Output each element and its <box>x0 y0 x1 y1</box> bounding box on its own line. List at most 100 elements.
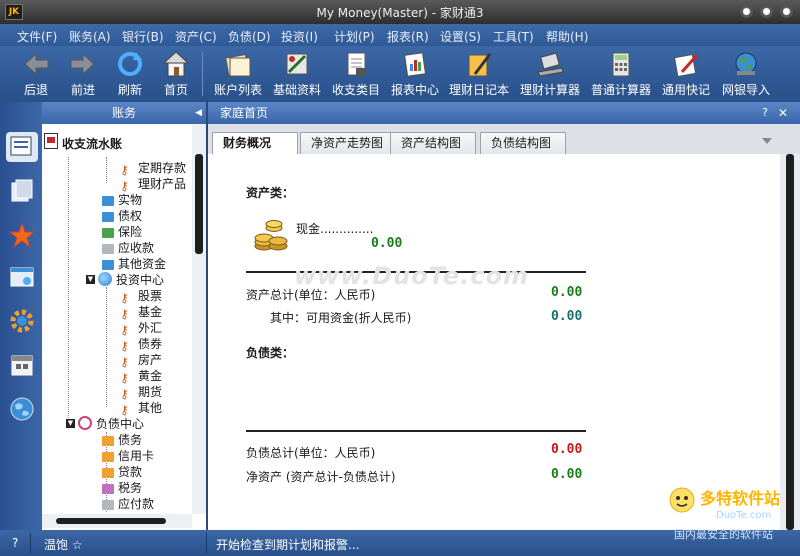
collapse-toggle[interactable]: ▼ <box>66 419 75 428</box>
tree-item-futures[interactable]: ⚷ 期货 <box>120 383 162 401</box>
tree-vertical-scrollbar[interactable] <box>192 124 206 514</box>
scroll-thumb[interactable] <box>786 154 794 530</box>
tree-item-funds[interactable]: ⚷ 基金 <box>120 303 162 321</box>
minimize-button[interactable] <box>740 5 753 18</box>
menu-liabilities[interactable]: 负债(D) <box>228 28 271 45</box>
tree-horizontal-scrollbar[interactable] <box>42 514 192 528</box>
tree-item-other[interactable]: ⚷ 其他 <box>120 399 162 417</box>
folder-icon <box>102 212 114 222</box>
help-icon[interactable]: ? <box>12 536 18 550</box>
status-message: 开始检查到期计划和报警... <box>216 538 360 552</box>
tree-root[interactable]: 收支流水账 <box>44 133 122 152</box>
tree-item-stocks[interactable]: ⚷ 股票 <box>120 287 162 305</box>
globe-nav-icon[interactable] <box>9 396 35 422</box>
title-bar: JK My Money(Master) - 家财通3 <box>0 0 800 24</box>
status-separator <box>206 533 207 553</box>
ledger-nav-icon[interactable] <box>6 132 38 162</box>
tree-item-bonds[interactable]: ⚷ 债券 <box>120 335 162 353</box>
tree-item-receivables[interactable]: 应收款 <box>102 239 154 255</box>
collapse-toggle[interactable]: ▼ <box>86 275 95 284</box>
globe-icon <box>98 272 112 286</box>
tree-item-liability-center[interactable]: 负债中心 <box>78 415 144 431</box>
calculator-button[interactable]: 普通计算器 <box>590 50 652 98</box>
folder-icon <box>102 260 114 270</box>
finance-diary-button[interactable]: 理财日记本 <box>448 50 510 98</box>
tree-item-property[interactable]: ⚷ 房产 <box>120 351 162 369</box>
tab-bar: 财务概况 净资产走势图 资产结构图 负债结构图 <box>208 124 800 155</box>
globe-icon <box>732 50 760 78</box>
cash-value: 0.00 <box>371 236 403 251</box>
collapse-arrow-icon[interactable]: ◀ <box>195 102 202 124</box>
tree-item-loan[interactable]: 贷款 <box>102 463 142 479</box>
folder-icon <box>102 484 114 494</box>
back-button[interactable]: 后退 <box>20 50 52 98</box>
tab-asset-structure[interactable]: 资产结构图 <box>390 132 476 154</box>
basic-data-button[interactable]: 基础资料 <box>271 50 323 98</box>
folder-icon <box>102 452 114 462</box>
folder-icon <box>102 228 114 238</box>
tree-item-physical[interactable]: 实物 <box>102 191 142 207</box>
finance-calculator-button[interactable]: 理财计算器 <box>519 50 581 98</box>
menu-accounting[interactable]: 账务(A) <box>69 28 111 45</box>
menu-file[interactable]: 文件(F) <box>17 28 57 45</box>
brand-tagline: 国内最安全的软件站 <box>674 527 773 541</box>
tree-item-debt[interactable]: 债务 <box>102 431 142 447</box>
tab-liability-structure[interactable]: 负债结构图 <box>480 132 566 154</box>
content-vertical-scrollbar[interactable] <box>780 154 800 530</box>
calendar-nav-icon[interactable] <box>9 352 35 378</box>
tree-item-payables[interactable]: 应付款 <box>102 495 154 511</box>
menu-bank[interactable]: 银行(B) <box>122 28 164 45</box>
menu-help[interactable]: 帮助(H) <box>546 28 588 45</box>
account-list-button[interactable]: 账户列表 <box>212 50 264 98</box>
calculator-icon <box>607 50 635 78</box>
bank-import-button[interactable]: 网银导入 <box>720 50 772 98</box>
menu-settings[interactable]: 设置(S) <box>440 28 481 45</box>
status-separator <box>30 533 31 553</box>
folder-icon <box>102 500 114 510</box>
menu-plan[interactable]: 计划(P) <box>334 28 375 45</box>
quick-note-button[interactable]: 通用快记 <box>660 50 712 98</box>
help-icon[interactable]: ? <box>762 102 768 124</box>
tree-item-fixed-deposit[interactable]: ⚷ 定期存款 <box>120 159 186 177</box>
tree-item-other-funds[interactable]: 其他资金 <box>102 255 166 271</box>
tree-item-credit-card[interactable]: 信用卡 <box>102 447 154 463</box>
home-icon <box>162 50 190 78</box>
menu-assets[interactable]: 资产(C) <box>175 28 217 45</box>
tab-net-assets-trend[interactable]: 净资产走势图 <box>300 132 394 154</box>
divider <box>246 430 586 432</box>
tree-item-tax[interactable]: 税务 <box>102 479 142 495</box>
tree-item-insurance[interactable]: 保险 <box>102 223 142 239</box>
net-assets-label: 净资产 (资产总计-负债总计) <box>246 470 396 484</box>
tab-financial-overview[interactable]: 财务概况 <box>212 132 298 155</box>
refresh-button[interactable]: 刷新 <box>114 50 146 98</box>
tree-item-claims[interactable]: 债权 <box>102 207 142 223</box>
close-button[interactable] <box>780 5 793 18</box>
tab-menu-arrow-icon[interactable] <box>762 138 772 144</box>
tree-guide-line <box>106 157 107 183</box>
ledger-book-icon <box>44 133 58 149</box>
tree-item-investment-center[interactable]: 投资中心 <box>98 271 164 287</box>
star-nav-icon[interactable] <box>8 221 36 249</box>
assets-nav-icon[interactable] <box>9 178 35 204</box>
key-icon: ⚷ <box>120 291 129 305</box>
forward-button[interactable]: 前进 <box>67 50 99 98</box>
gear-nav-icon[interactable] <box>9 308 35 334</box>
home-button[interactable]: 首页 <box>160 50 192 98</box>
tree-item-forex[interactable]: ⚷ 外汇 <box>120 319 162 337</box>
close-icon[interactable]: ✕ <box>778 102 788 124</box>
categories-button[interactable]: 收支类目 <box>330 50 382 98</box>
menu-tools[interactable]: 工具(T) <box>493 28 534 45</box>
scroll-thumb[interactable] <box>56 518 166 524</box>
tree-item-gold[interactable]: ⚷ 黄金 <box>120 367 162 385</box>
scroll-thumb[interactable] <box>195 154 203 254</box>
note-pen-icon <box>672 50 700 78</box>
maximize-button[interactable] <box>760 5 773 18</box>
menu-investment[interactable]: 投资(I) <box>281 28 318 45</box>
ring-icon <box>78 416 92 430</box>
tree-header: 账务 ◀ <box>42 102 206 124</box>
window-nav-icon[interactable] <box>9 264 35 290</box>
report-center-button[interactable]: 报表中心 <box>389 50 441 98</box>
menu-reports[interactable]: 报表(R) <box>387 28 429 45</box>
tree-item-wealth-product[interactable]: ⚷ 理财产品 <box>120 175 186 193</box>
liability-section-title: 负债类： <box>246 346 295 360</box>
